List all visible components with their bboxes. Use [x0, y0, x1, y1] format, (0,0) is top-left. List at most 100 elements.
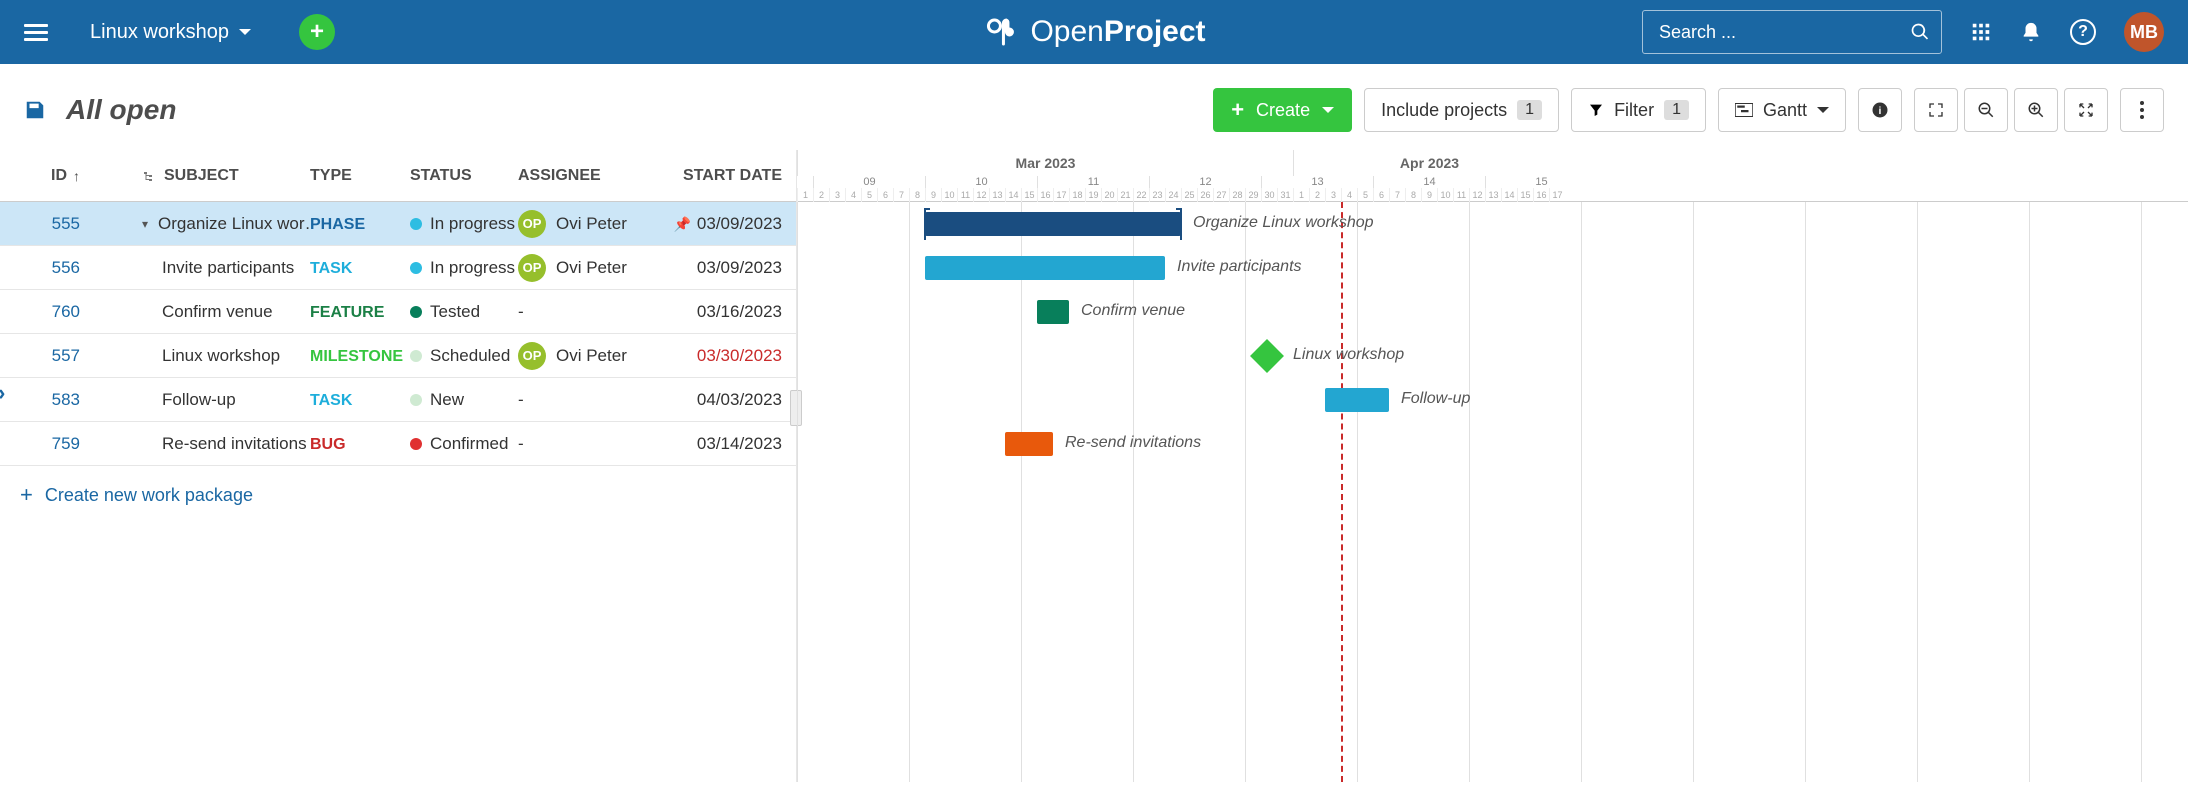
day-label: 30 [1261, 188, 1277, 202]
week-label: 11 [1037, 176, 1149, 188]
gantt-timeline-header: Mar 2023Apr 2023091011121314151234567891… [797, 150, 2188, 202]
plus-icon: + [20, 482, 33, 508]
gantt-bar[interactable] [925, 256, 1165, 280]
day-label: 8 [1405, 188, 1421, 202]
search-input[interactable] [1642, 10, 1942, 54]
assignee-avatar: OP [518, 210, 546, 238]
assignee-name: Ovi Peter [556, 258, 627, 278]
more-menu-button[interactable] [2120, 88, 2164, 132]
col-header-status[interactable]: STATUS [410, 167, 518, 185]
gantt-bar[interactable] [1037, 300, 1069, 324]
project-name: Linux workshop [90, 21, 229, 44]
collapse-icon[interactable]: ▾ [142, 217, 148, 231]
view-toolbar: All open + Create Include projects 1 Fil… [0, 64, 2188, 150]
zoom-auto-button[interactable] [2064, 88, 2108, 132]
day-label: 10 [941, 188, 957, 202]
row-subject[interactable]: Confirm venue [92, 302, 310, 322]
row-date: 03/30/2023 [670, 346, 796, 366]
include-projects-button[interactable]: Include projects 1 [1364, 88, 1559, 132]
gantt-bar-label: Confirm venue [1081, 302, 1185, 320]
day-label: 14 [1501, 188, 1517, 202]
fullscreen-button[interactable] [1914, 88, 1958, 132]
row-id[interactable]: 759 [0, 434, 92, 454]
bell-icon[interactable] [2020, 21, 2042, 43]
day-label: 29 [1245, 188, 1261, 202]
row-subject[interactable]: Invite participants [92, 258, 310, 278]
gantt-bar-label: Invite participants [1177, 258, 1302, 276]
assignee-name: - [518, 434, 524, 453]
caret-down-icon [1322, 107, 1334, 113]
kebab-icon [2140, 101, 2144, 119]
table-row[interactable]: 556Invite participantsTASKIn progressOPO… [0, 246, 796, 290]
table-row[interactable]: 760Confirm venueFEATURETested-03/16/2023 [0, 290, 796, 334]
gantt-milestone[interactable] [1250, 339, 1284, 373]
filter-icon [1588, 102, 1604, 118]
day-label: 16 [1533, 188, 1549, 202]
create-work-package-link[interactable]: + Create new work package [0, 466, 796, 524]
gantt-toggle[interactable]: Gantt [1718, 88, 1846, 132]
week-label: 10 [925, 176, 1037, 188]
row-type: MILESTONE [310, 346, 410, 366]
gantt-chart[interactable]: Mar 2023Apr 2023091011121314151234567891… [797, 150, 2188, 782]
project-selector[interactable]: Linux workshop [90, 21, 251, 44]
zoom-in-button[interactable] [2014, 88, 2058, 132]
col-header-id[interactable]: ID↑ [0, 167, 92, 185]
col-header-startdate[interactable]: START DATE [670, 167, 796, 185]
zoom-out-icon [1977, 101, 1995, 119]
create-button[interactable]: + Create [1213, 88, 1352, 132]
info-icon: i [1871, 101, 1889, 119]
global-add-button[interactable]: + [299, 14, 335, 50]
gantt-bar-label: Linux workshop [1293, 346, 1404, 364]
gantt-icon [1735, 103, 1753, 117]
day-label: 2 [813, 188, 829, 202]
gantt-bar[interactable] [1325, 388, 1389, 412]
subject-text: Confirm venue [162, 302, 273, 322]
row-id[interactable]: 760 [0, 302, 92, 322]
row-status: In progress [410, 258, 518, 278]
day-label: 14 [1005, 188, 1021, 202]
gantt-bar[interactable] [1005, 432, 1053, 456]
caret-down-icon [1817, 107, 1829, 113]
day-label: 26 [1197, 188, 1213, 202]
row-type: TASK [310, 390, 410, 410]
day-label: 7 [893, 188, 909, 202]
row-id[interactable]: 583 [0, 390, 92, 410]
zoom-out-button[interactable] [1964, 88, 2008, 132]
help-icon[interactable]: ? [2070, 19, 2096, 45]
table-row[interactable]: 583Follow-upTASKNew-04/03/2023 [0, 378, 796, 422]
save-icon[interactable] [24, 99, 46, 121]
day-label: 23 [1149, 188, 1165, 202]
col-header-type[interactable]: TYPE [310, 167, 410, 185]
table-row[interactable]: 557Linux workshopMILESTONEScheduledOPOvi… [0, 334, 796, 378]
main-splitview: › ID↑ SUBJECT TYPE STATUS ASSIGNEE START… [0, 150, 2188, 782]
table-row[interactable]: 759Re-send invitationsBUGConfirmed-03/14… [0, 422, 796, 466]
filter-button[interactable]: Filter 1 [1571, 88, 1706, 132]
day-label: 9 [925, 188, 941, 202]
row-id[interactable]: 555 [0, 214, 92, 234]
info-button[interactable]: i [1858, 88, 1902, 132]
brand-logo[interactable]: OpenProject [982, 14, 1205, 50]
row-type: PHASE [310, 214, 410, 234]
row-subject[interactable]: ▾ Organize Linux wor… [92, 214, 310, 234]
hamburger-icon[interactable] [24, 20, 48, 44]
row-status: Scheduled [410, 346, 518, 366]
col-header-assignee[interactable]: ASSIGNEE [518, 167, 670, 185]
row-id[interactable]: 557 [0, 346, 92, 366]
day-label: 5 [861, 188, 877, 202]
expand-icon [2078, 102, 2094, 118]
week-label: 14 [1373, 176, 1485, 188]
row-subject[interactable]: Follow-up [92, 390, 310, 410]
gantt-bar[interactable] [925, 212, 1181, 236]
day-label: 1 [797, 188, 813, 202]
row-subject[interactable]: Linux workshop [92, 346, 310, 366]
day-label: 8 [909, 188, 925, 202]
row-subject[interactable]: Re-send invitations [92, 434, 310, 454]
modules-icon[interactable] [1970, 21, 1992, 43]
gantt-bar-label: Re-send invitations [1065, 434, 1201, 452]
user-avatar[interactable]: MB [2124, 12, 2164, 52]
global-search[interactable] [1642, 10, 1942, 54]
table-row[interactable]: 555▾ Organize Linux wor…PHASEIn progress… [0, 202, 796, 246]
row-id[interactable]: 556 [0, 258, 92, 278]
col-header-subject[interactable]: SUBJECT [92, 167, 310, 185]
zoom-in-icon [2027, 101, 2045, 119]
